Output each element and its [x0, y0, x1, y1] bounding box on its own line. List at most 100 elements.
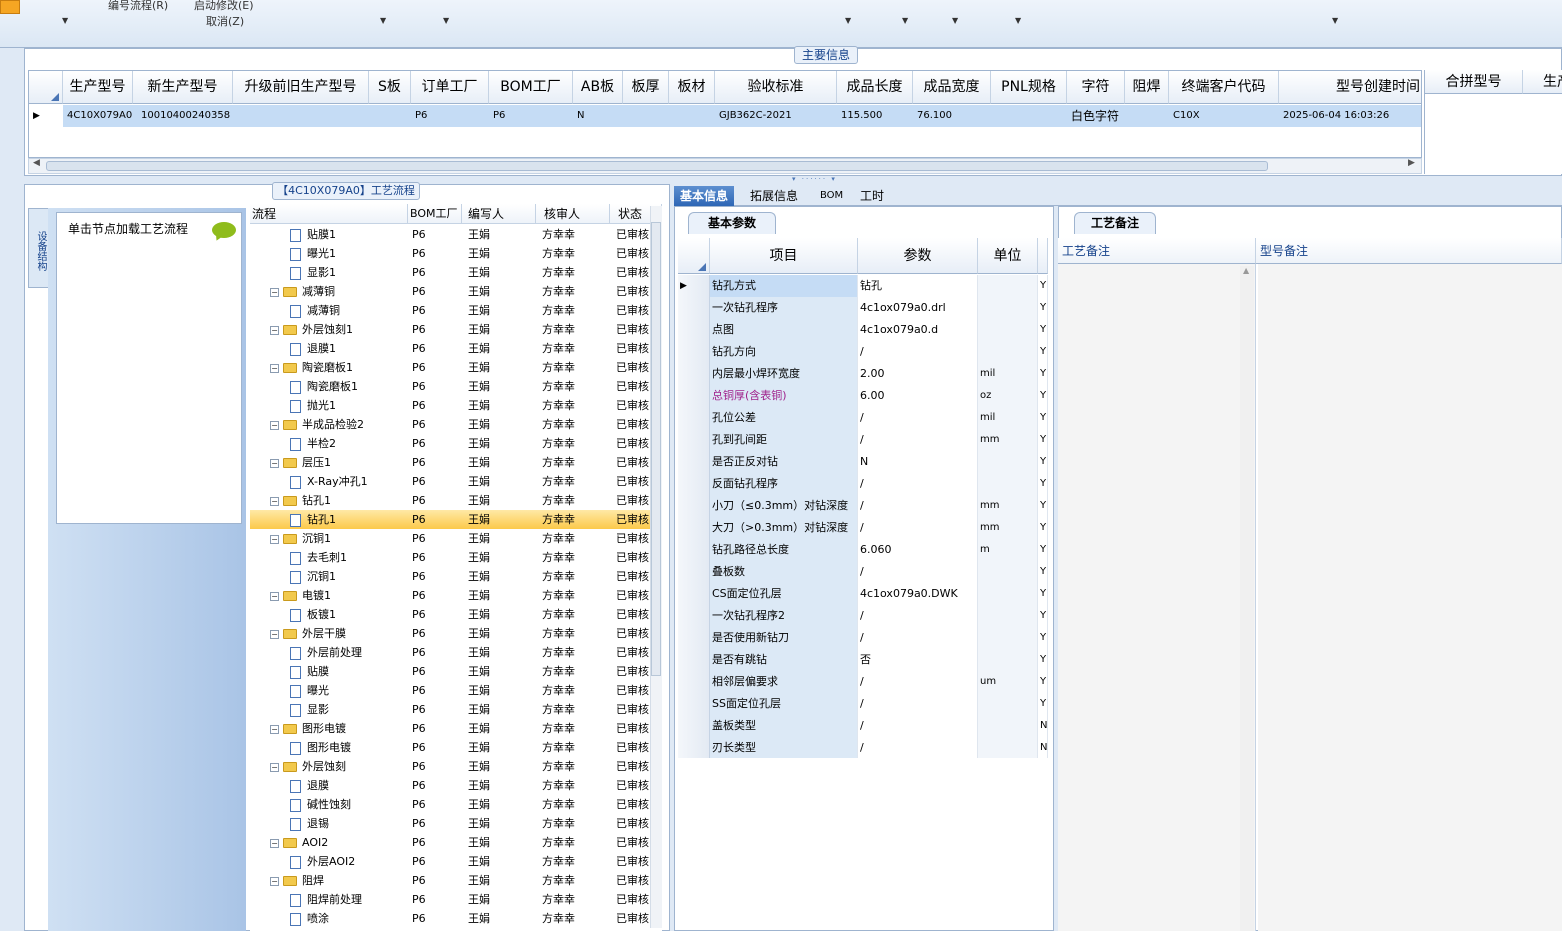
splitter-grip-icon[interactable]: ▾ ······ ▾ — [792, 175, 837, 183]
tree-node[interactable]: 碱性蚀刻 — [250, 795, 408, 814]
tree-row[interactable]: 沉铜1 P6 王娟 方幸幸 已审核 — [250, 567, 650, 586]
grid-corner[interactable] — [29, 71, 63, 104]
tree-row[interactable]: 去毛刺1 P6 王娟 方幸幸 已审核 — [250, 548, 650, 567]
flow-title-tab[interactable]: 【4C10X079A0】工艺流程 — [272, 182, 420, 200]
tree-node[interactable]: 板镀1 — [250, 605, 408, 624]
tree-row[interactable]: 半检2 P6 王娟 方幸幸 已审核 — [250, 434, 650, 453]
collapse-icon[interactable]: − — [270, 363, 279, 373]
tree-row[interactable]: − AOI2 P6 王娟 方幸幸 已审核 — [250, 833, 650, 852]
tree-row[interactable]: − 半成品检验2 P6 王娟 方幸幸 已审核 — [250, 415, 650, 434]
col-header-merge-model[interactable]: 合拼型号 — [1425, 70, 1523, 94]
tree-row[interactable]: − 外层干膜 P6 王娟 方幸幸 已审核 — [250, 624, 650, 643]
tree-row[interactable]: 曝光 P6 王娟 方幸幸 已审核 — [250, 681, 650, 700]
param-cell-value[interactable]: 2.00 — [858, 363, 978, 385]
param-row[interactable]: 钻孔路径总长度 6.060 m Y — [678, 539, 1048, 561]
param-row[interactable]: ▶ 钻孔方式 钻孔 Y — [678, 275, 1048, 297]
param-cell-value[interactable]: / — [858, 473, 978, 495]
tree-row[interactable]: − 钻孔1 P6 王娟 方幸幸 已审核 — [250, 491, 650, 510]
tree-row[interactable]: 板镀1 P6 王娟 方幸幸 已审核 — [250, 605, 650, 624]
row-header[interactable] — [678, 385, 710, 407]
tree-row[interactable]: 喷涂 P6 王娟 方幸幸 已审核 — [250, 909, 650, 928]
param-cell-value[interactable]: 6.060 — [858, 539, 978, 561]
tree-row[interactable]: 陶瓷磨板1 P6 王娟 方幸幸 已审核 — [250, 377, 650, 396]
col-header-bom-factory[interactable]: BOM工厂 — [489, 71, 573, 104]
col-header-model[interactable]: 生产型号 — [63, 71, 133, 104]
tree-row[interactable]: 退锡 P6 王娟 方幸幸 已审核 — [250, 814, 650, 833]
tree-node[interactable]: X-Ray冲孔1 — [250, 472, 408, 491]
row-header[interactable] — [678, 583, 710, 605]
tree-row[interactable]: − 电镀1 P6 王娟 方幸幸 已审核 — [250, 586, 650, 605]
tree-node[interactable]: 退膜 — [250, 776, 408, 795]
param-row[interactable]: 反面钻孔程序 / Y — [678, 473, 1048, 495]
row-header[interactable] — [678, 671, 710, 693]
tree-row[interactable]: 退膜 P6 王娟 方幸幸 已审核 — [250, 776, 650, 795]
dropdown-caret-icon[interactable]: ▼ — [1332, 16, 1338, 25]
param-row[interactable]: 是否有跳钻否 Y — [678, 649, 1048, 671]
tree-node[interactable]: 减薄铜 — [250, 301, 408, 320]
collapse-icon[interactable]: − — [270, 629, 279, 639]
tree-scrollbar-thumb[interactable] — [651, 222, 661, 676]
col-header-acceptance[interactable]: 验收标准 — [715, 71, 837, 104]
param-row[interactable]: 孔到孔间距 / mm Y — [678, 429, 1048, 451]
app-menu-tab[interactable] — [0, 0, 20, 14]
tree-row[interactable]: 显影 P6 王娟 方幸幸 已审核 — [250, 700, 650, 719]
param-cell-value[interactable]: 6.00 — [858, 385, 978, 407]
tree-node[interactable]: − 钻孔1 — [250, 491, 408, 510]
collapse-icon[interactable]: − — [270, 496, 279, 506]
tree-row[interactable]: − 外层蚀刻 P6 王娟 方幸幸 已审核 — [250, 757, 650, 776]
cell-order-factory[interactable]: P6 — [411, 105, 489, 127]
tree-row[interactable]: − 阻焊 P6 王娟 方幸幸 已审核 — [250, 871, 650, 890]
tree-row[interactable]: − 减薄铜 P6 王娟 方幸幸 已审核 — [250, 282, 650, 301]
menu-number-flow[interactable]: 编号流程(R) — [108, 0, 168, 13]
col-header-pnl[interactable]: PNL规格 — [991, 71, 1067, 104]
row-header[interactable] — [678, 539, 710, 561]
tree-node[interactable]: 沉铜1 — [250, 567, 408, 586]
tree-node[interactable]: 外层AOI2 — [250, 852, 408, 871]
tree-row[interactable]: 贴膜1 P6 王娟 方幸幸 已审核 — [250, 225, 650, 244]
menu-cancel[interactable]: 取消(Z) — [206, 13, 244, 29]
process-notes-area[interactable] — [1058, 264, 1256, 931]
tree-node[interactable]: 钻孔1 — [250, 510, 408, 529]
param-cell-value[interactable]: / — [858, 407, 978, 429]
cell-bom-factory[interactable]: P6 — [489, 105, 573, 127]
collapse-icon[interactable]: − — [270, 420, 279, 430]
col-header-ab-board[interactable]: AB板 — [573, 71, 623, 104]
col-header-char[interactable]: 字符 — [1067, 71, 1125, 104]
param-row[interactable]: 一次钻孔程序2/ Y — [678, 605, 1048, 627]
tree-row[interactable]: 抛光1 P6 王娟 方幸幸 已审核 — [250, 396, 650, 415]
param-cell-value[interactable]: / — [858, 671, 978, 693]
param-row[interactable]: 总铜厚(含表铜) 6.00 oz Y — [678, 385, 1048, 407]
tree-row[interactable]: − 图形电镀 P6 王娟 方幸幸 已审核 — [250, 719, 650, 738]
cell-acceptance[interactable]: GJB362C-2021 — [715, 105, 837, 127]
dropdown-caret-icon[interactable]: ▼ — [902, 16, 908, 25]
dropdown-caret-icon[interactable]: ▼ — [62, 16, 68, 25]
col-header-width[interactable]: 成品宽度 — [913, 71, 991, 104]
collapse-icon[interactable]: − — [270, 838, 279, 848]
param-cell-value[interactable]: / — [858, 561, 978, 583]
row-header[interactable] — [678, 473, 710, 495]
tree-row[interactable]: 外层前处理 P6 王娟 方幸幸 已审核 — [250, 643, 650, 662]
collapse-icon[interactable]: − — [270, 876, 279, 886]
tree-row[interactable]: 阻焊前处理 P6 王娟 方幸幸 已审核 — [250, 890, 650, 909]
scroll-up-icon[interactable]: ▲ — [1243, 266, 1249, 275]
cell-width[interactable]: 76.100 — [913, 105, 991, 127]
tree-node[interactable]: 曝光 — [250, 681, 408, 700]
param-cell-value[interactable]: / — [858, 429, 978, 451]
collapse-icon[interactable]: − — [270, 325, 279, 335]
tree-row[interactable]: X-Ray冲孔1 P6 王娟 方幸幸 已审核 — [250, 472, 650, 491]
tree-node[interactable]: − 沉铜1 — [250, 529, 408, 548]
param-cell-value[interactable]: / — [858, 341, 978, 363]
tree-node[interactable]: 陶瓷磨板1 — [250, 377, 408, 396]
row-header[interactable] — [678, 715, 710, 737]
basic-params-tab[interactable]: 基本参数 — [688, 212, 776, 234]
cell-model[interactable]: 4C10X079A0 — [63, 105, 133, 127]
tree-row[interactable]: 退膜1 P6 王娟 方幸幸 已审核 — [250, 339, 650, 358]
row-header[interactable] — [678, 561, 710, 583]
collapse-icon[interactable]: − — [270, 534, 279, 544]
tree-node[interactable]: − 外层蚀刻1 — [250, 320, 408, 339]
menu-start-modify[interactable]: 启动修改(E) — [194, 0, 254, 13]
col-header-customer-code[interactable]: 终端客户代码 — [1169, 71, 1279, 104]
param-row[interactable]: 内层最小焊环宽度 2.00 mil Y — [678, 363, 1048, 385]
tree-node[interactable]: 图形电镀 — [250, 738, 408, 757]
param-row[interactable]: 盖板类型 / N — [678, 715, 1048, 737]
